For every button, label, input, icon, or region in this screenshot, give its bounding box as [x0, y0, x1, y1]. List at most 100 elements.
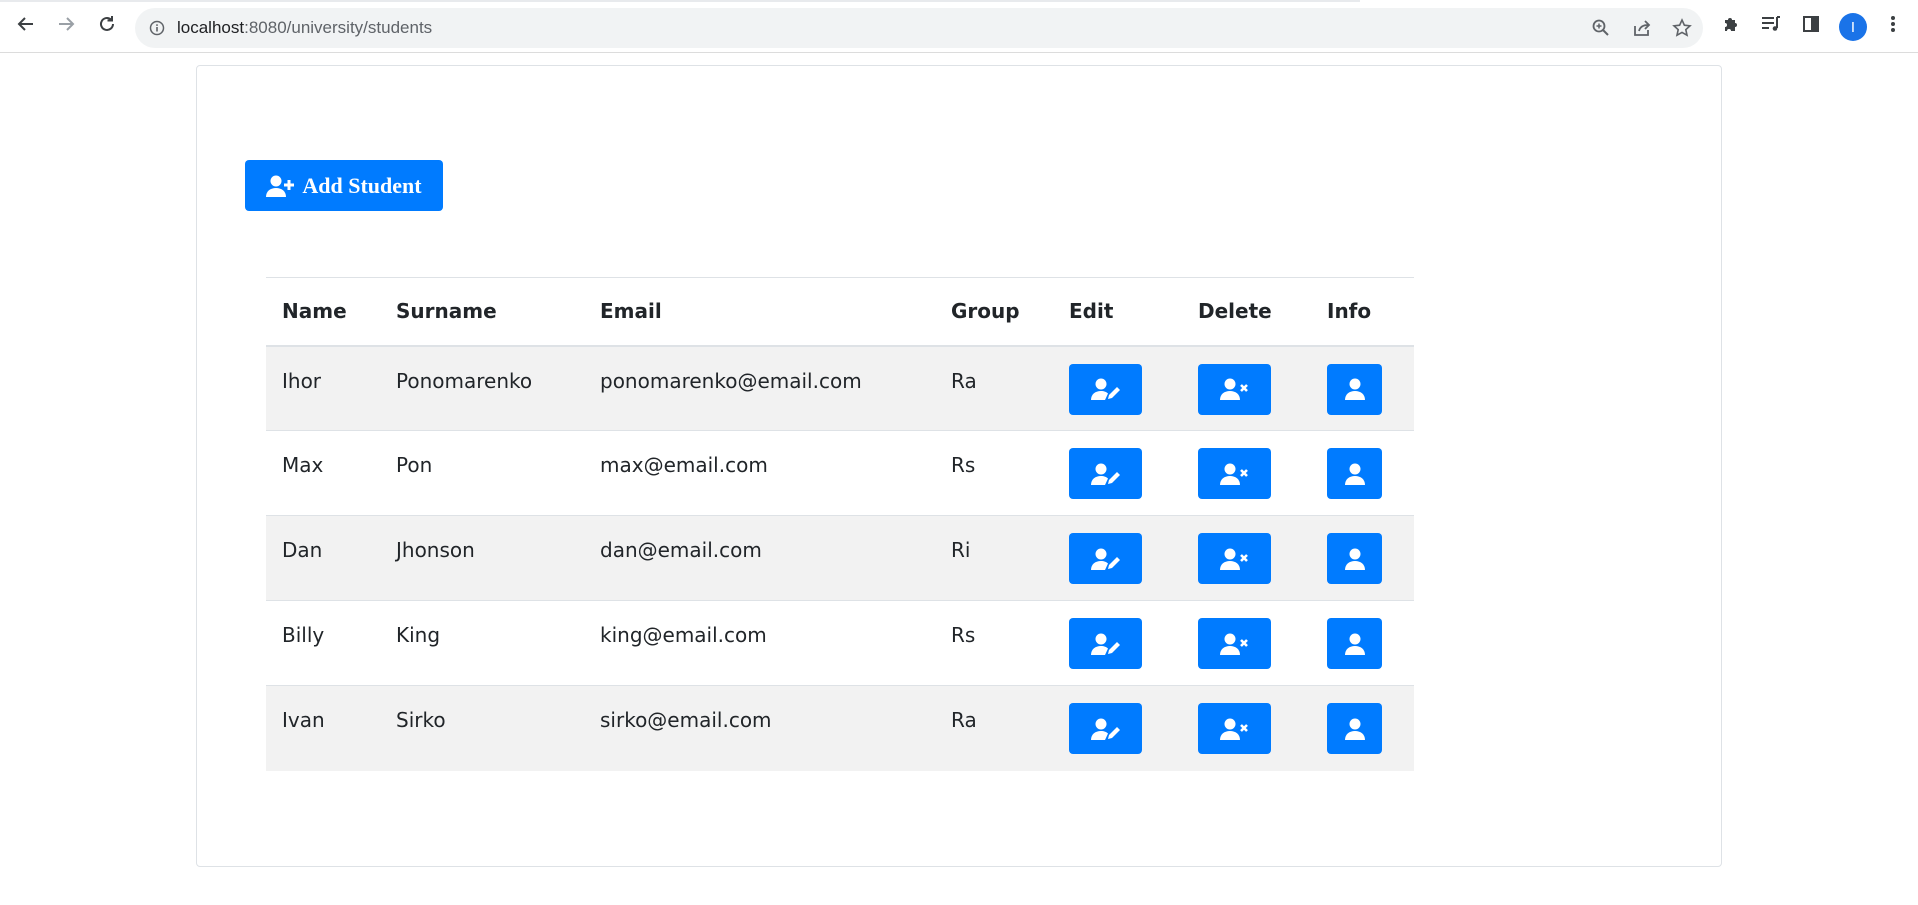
edit-student-button[interactable]: [1069, 363, 1142, 415]
cell-group: Rs: [951, 453, 976, 477]
delete-student-button[interactable]: [1198, 363, 1271, 415]
info-circle-icon[interactable]: [147, 18, 167, 38]
browser-toolbar: localhost:8080/university/students I: [0, 0, 1918, 53]
cell-action: [1311, 601, 1414, 686]
media-queue-button[interactable]: [1756, 11, 1786, 41]
share-icon[interactable]: [1628, 14, 1656, 42]
user-edit-icon: [1090, 547, 1121, 571]
zoom-icon[interactable]: [1587, 14, 1615, 42]
cell-action: [1182, 516, 1311, 601]
edit-student-button[interactable]: [1069, 533, 1142, 584]
table-header-row: Name Surname Email Group Edit Delete Inf…: [266, 277, 1414, 346]
info-student-button[interactable]: [1327, 618, 1382, 669]
loading-progress-line: [0, 0, 1360, 2]
info-student-button[interactable]: [1327, 363, 1382, 415]
header-group: Group: [951, 299, 1020, 324]
cell-action: [1053, 346, 1182, 431]
browser-menu-button[interactable]: [1878, 11, 1908, 41]
header-surname: Surname: [396, 299, 497, 324]
info-student-button[interactable]: [1327, 703, 1382, 754]
cell-name: Dan: [282, 538, 323, 562]
cell-action: [1311, 516, 1414, 601]
user-edit-icon: [1090, 377, 1121, 401]
cell-action: [1053, 601, 1182, 686]
user-times-icon: [1219, 632, 1250, 656]
add-student-label: Add Student: [302, 172, 422, 198]
user-icon: [1344, 632, 1366, 656]
side-panel-button[interactable]: [1796, 11, 1826, 41]
cell-name: Ihor: [282, 368, 322, 393]
side-panel-icon: [1801, 14, 1821, 39]
user-times-icon: [1219, 547, 1250, 571]
url-host: localhost: [177, 18, 245, 37]
user-times-icon: [1219, 377, 1250, 401]
user-icon: [1344, 717, 1366, 741]
kebab-menu-icon: [1890, 14, 1896, 39]
arrow-right-icon: [56, 14, 76, 39]
cell-action: [1311, 431, 1414, 516]
cell-surname: Ponomarenko: [396, 368, 533, 393]
user-icon: [1344, 547, 1366, 571]
user-icon: [1344, 377, 1366, 401]
cell-surname: Sirko: [396, 708, 446, 732]
edit-student-button[interactable]: [1069, 618, 1142, 669]
reload-button[interactable]: [91, 10, 123, 42]
cell-email: king@email.com: [600, 623, 767, 647]
cell-surname: Jhonson: [396, 538, 475, 562]
info-student-button[interactable]: [1327, 533, 1382, 584]
cell-action: [1053, 516, 1182, 601]
cell-surname: Pon: [396, 453, 433, 477]
cell-action: [1182, 686, 1311, 771]
edit-student-button[interactable]: [1069, 703, 1142, 754]
address-bar[interactable]: localhost:8080/university/students: [135, 8, 1703, 48]
user-icon: [1344, 462, 1366, 486]
cell-email: dan@email.com: [600, 538, 762, 562]
cell-name: Billy: [282, 623, 325, 647]
header-email: Email: [600, 299, 662, 324]
table-row: Dan Jhonson dan@email.com Ri: [266, 515, 1414, 601]
user-times-icon: [1219, 462, 1250, 486]
delete-student-button[interactable]: [1198, 618, 1271, 669]
cell-action: [1182, 431, 1311, 516]
back-button[interactable]: [10, 10, 42, 42]
media-queue-icon: [1760, 14, 1782, 39]
cell-surname: King: [396, 623, 441, 647]
delete-student-button[interactable]: [1198, 533, 1271, 584]
table-row: Billy King king@email.com Rs: [266, 601, 1414, 686]
delete-student-button[interactable]: [1198, 703, 1271, 754]
star-icon[interactable]: [1668, 14, 1696, 42]
cell-action: [1182, 346, 1311, 431]
add-student-button[interactable]: Add Student: [245, 160, 443, 211]
header-delete: Delete: [1198, 299, 1272, 324]
user-edit-icon: [1090, 632, 1121, 656]
user-times-icon: [1219, 717, 1250, 741]
table-row: Ihor Ponomarenko ponomarenko@email.com Ra: [266, 345, 1414, 431]
cell-action: [1053, 431, 1182, 516]
puzzle-icon: [1721, 14, 1741, 39]
cell-action: [1053, 686, 1182, 771]
cell-email: sirko@email.com: [600, 708, 772, 732]
students-table: Name Surname Email Group Edit Delete Inf…: [266, 277, 1414, 771]
arrow-left-icon: [16, 14, 36, 39]
cell-action: [1311, 686, 1414, 771]
cell-group: Ra: [951, 368, 977, 393]
cell-group: Rs: [951, 623, 976, 647]
info-student-button[interactable]: [1327, 448, 1382, 499]
table-row: Ivan Sirko sirko@email.com Ra: [266, 685, 1414, 771]
delete-student-button[interactable]: [1198, 448, 1271, 499]
cell-group: Ra: [951, 708, 977, 732]
cell-name: Max: [282, 453, 324, 477]
cell-email: max@email.com: [600, 453, 768, 477]
user-edit-icon: [1090, 717, 1121, 741]
url-text[interactable]: localhost:8080/university/students: [177, 18, 432, 38]
cell-action: [1182, 601, 1311, 686]
header-name: Name: [282, 299, 347, 324]
header-info: Info: [1327, 299, 1372, 324]
user-plus-icon: [266, 174, 296, 198]
profile-avatar[interactable]: I: [1839, 13, 1867, 41]
extensions-button[interactable]: [1716, 11, 1746, 41]
forward-button[interactable]: [50, 10, 82, 42]
cell-name: Ivan: [282, 708, 325, 732]
edit-student-button[interactable]: [1069, 448, 1142, 499]
url-path: :8080/university/students: [244, 18, 433, 37]
